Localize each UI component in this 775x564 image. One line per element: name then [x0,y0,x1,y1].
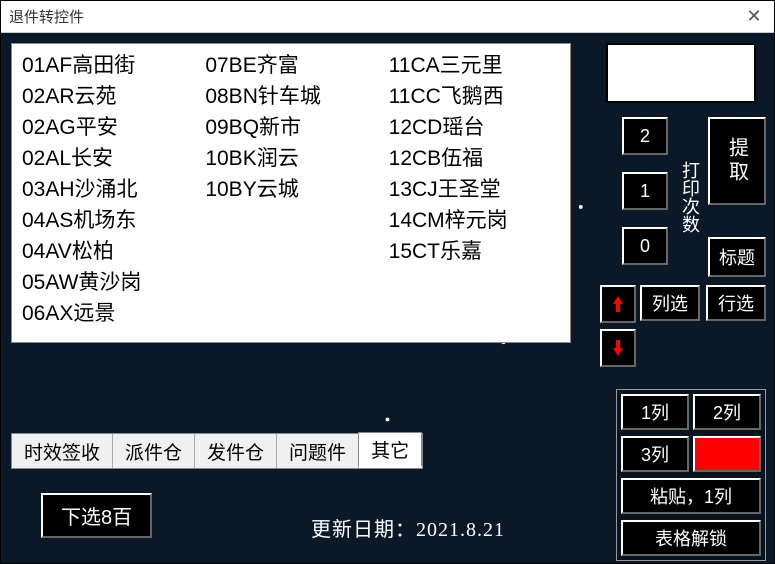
extract-button[interactable]: 提取 [708,117,766,205]
location-item[interactable]: 10BK润云 [205,143,376,174]
print-count-label: 打印次数 [678,117,702,277]
tab-2[interactable]: 发件仓 [195,434,277,468]
location-item[interactable]: 11CC飞鹅西 [389,81,560,112]
tab-4[interactable]: 其它 [358,432,422,466]
location-item[interactable]: 04AS机场东 [22,205,193,236]
location-item[interactable]: 09BQ新市 [205,112,376,143]
location-item[interactable]: 01AF高田街 [22,50,193,81]
search-input[interactable] [606,43,756,103]
tab-1[interactable]: 派件仓 [113,434,195,468]
location-item[interactable]: 02AG平安 [22,112,193,143]
arrow-up-icon [613,296,623,312]
arrow-up-button[interactable] [600,285,636,323]
col-select-button[interactable]: 列选 [640,285,700,321]
column-grid-group: 1列 2列 3列 粘贴，1列 表格解锁 [616,389,766,561]
location-item[interactable]: 11CA三元里 [389,50,560,81]
titlebar: 退件转控件 ✕ [1,1,774,33]
location-item[interactable]: 02AR云苑 [22,81,193,112]
location-item[interactable]: 14CM梓元岗 [389,205,560,236]
close-icon[interactable]: ✕ [742,6,766,27]
location-item[interactable]: 04AV松柏 [22,236,193,267]
location-item[interactable]: 07BE齐富 [205,50,376,81]
unlock-table-button[interactable]: 表格解锁 [621,520,761,556]
col2-button[interactable]: 2列 [693,394,761,430]
location-item[interactable]: 10BY云城 [205,174,376,205]
red-button[interactable] [693,436,761,472]
col1-button[interactable]: 1列 [621,394,689,430]
tab-3[interactable]: 问题件 [277,434,359,468]
print-count-1-button[interactable]: 1 [622,172,668,210]
location-item[interactable]: 05AW黄沙岗 [22,267,193,298]
title-button[interactable]: 标题 [708,237,766,277]
print-count-0-button[interactable]: 0 [622,227,668,265]
paste-col1-button[interactable]: 粘贴，1列 [621,478,761,514]
location-item[interactable]: 02AL长安 [22,143,193,174]
col3-button[interactable]: 3列 [621,436,689,472]
select-800-button[interactable]: 下选8百 [41,493,152,538]
location-item[interactable]: 03AH沙涌北 [22,174,193,205]
location-list: 01AF高田街02AR云苑02AG平安02AL长安03AH沙涌北04AS机场东0… [11,43,571,343]
location-item[interactable]: 13CJ王圣堂 [389,174,560,205]
window-title: 退件转控件 [9,6,84,27]
location-item[interactable]: 08BN针车城 [205,81,376,112]
content-area: 01AF高田街02AR云苑02AG平安02AL长安03AH沙涌北04AS机场东0… [1,33,774,563]
location-item[interactable]: 15CT乐嘉 [389,236,560,267]
tab-bar: 时效签收派件仓发件仓问题件其它 [11,433,423,469]
location-item[interactable]: 12CB伍福 [389,143,560,174]
update-date-label: 更新日期：2021.8.21 [311,513,505,542]
row-select-button[interactable]: 行选 [706,285,766,321]
arrow-down-icon [613,340,623,356]
location-item[interactable]: 12CD瑶台 [389,112,560,143]
print-count-2-button[interactable]: 2 [622,117,668,155]
location-item[interactable]: 06AX远景 [22,298,193,329]
arrow-down-button[interactable] [600,329,636,367]
tab-0[interactable]: 时效签收 [12,434,113,468]
